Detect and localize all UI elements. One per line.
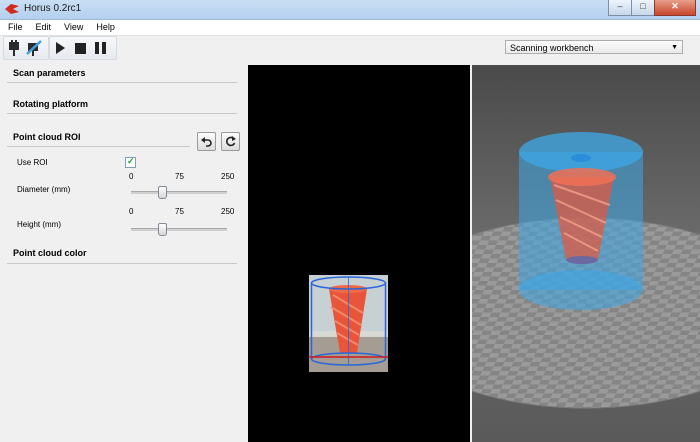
control-panel: Scan parameters Rotating platform Point … xyxy=(0,61,247,442)
menu-file[interactable]: File xyxy=(0,20,28,35)
maximize-icon: □ xyxy=(640,1,646,11)
height-max-label: 250 xyxy=(221,207,235,216)
diameter-slider-thumb[interactable] xyxy=(158,186,167,199)
diameter-min-label: 0 xyxy=(129,172,134,181)
height-mid-label: 75 xyxy=(175,207,184,216)
app-window: Horus 0.2rc1 – □ ✕ File Edit View Help S… xyxy=(0,0,700,442)
scene-canvas xyxy=(472,132,700,409)
menu-view[interactable]: View xyxy=(56,20,88,35)
chevron-down-icon: ▼ xyxy=(671,44,678,51)
camera-view[interactable] xyxy=(248,65,470,442)
undo-button[interactable] xyxy=(197,132,216,151)
scan-controls-group xyxy=(49,36,117,60)
diameter-label: Diameter (mm) xyxy=(17,185,71,194)
horus-logo-icon xyxy=(5,4,19,14)
check-icon: ✓ xyxy=(127,156,135,166)
reset-icon xyxy=(226,136,236,147)
camera-scene xyxy=(309,275,388,372)
section-point-cloud-color[interactable]: Point cloud color xyxy=(13,248,87,258)
window-controls: – □ ✕ xyxy=(608,0,696,17)
connect-icon xyxy=(9,40,19,56)
close-button[interactable]: ✕ xyxy=(654,0,696,16)
height-slider-thumb[interactable] xyxy=(158,223,167,236)
divider xyxy=(7,146,190,147)
camera-image xyxy=(309,275,388,372)
menu-bar: File Edit View Help xyxy=(0,20,700,36)
menu-help[interactable]: Help xyxy=(88,20,120,35)
pause-icon xyxy=(94,42,106,54)
height-slider-track[interactable] xyxy=(131,228,227,231)
height-min-label: 0 xyxy=(129,207,134,216)
disconnect-button[interactable] xyxy=(24,38,44,58)
pause-button[interactable] xyxy=(90,38,110,58)
connection-group xyxy=(3,36,49,60)
minimize-button[interactable]: – xyxy=(608,0,632,16)
section-scan-parameters[interactable]: Scan parameters xyxy=(13,68,86,78)
play-icon xyxy=(56,42,65,54)
title-bar: Horus 0.2rc1 – □ ✕ xyxy=(0,0,700,20)
reset-button[interactable] xyxy=(221,132,240,151)
divider xyxy=(7,113,237,114)
stop-button[interactable] xyxy=(70,38,90,58)
close-icon: ✕ xyxy=(671,1,679,11)
undo-icon xyxy=(201,136,212,147)
window-title: Horus 0.2rc1 xyxy=(24,3,82,14)
divider xyxy=(7,263,237,264)
workbench-dropdown[interactable]: Scanning workbench ▼ xyxy=(505,40,683,54)
height-label: Height (mm) xyxy=(17,220,62,229)
use-roi-label: Use ROI xyxy=(17,158,48,167)
minimize-icon: – xyxy=(617,1,623,11)
use-roi-checkbox[interactable]: ✓ xyxy=(125,156,136,168)
workbench-selected-value: Scanning workbench xyxy=(510,43,594,53)
connect-button[interactable] xyxy=(4,38,24,58)
play-button[interactable] xyxy=(50,38,70,58)
menu-edit[interactable]: Edit xyxy=(28,20,57,35)
disconnect-icon xyxy=(26,40,42,56)
maximize-button[interactable]: □ xyxy=(631,0,655,16)
diameter-slider-track[interactable] xyxy=(131,191,227,194)
divider xyxy=(7,82,237,83)
stop-icon xyxy=(74,42,86,54)
section-rotating-platform[interactable]: Rotating platform xyxy=(13,99,88,109)
toolbar: Scanning workbench ▼ xyxy=(0,36,700,60)
point-cloud-3d-view[interactable] xyxy=(472,65,700,442)
diameter-mid-label: 75 xyxy=(175,172,184,181)
section-point-cloud-roi[interactable]: Point cloud ROI xyxy=(13,132,81,142)
diameter-max-label: 250 xyxy=(221,172,235,181)
